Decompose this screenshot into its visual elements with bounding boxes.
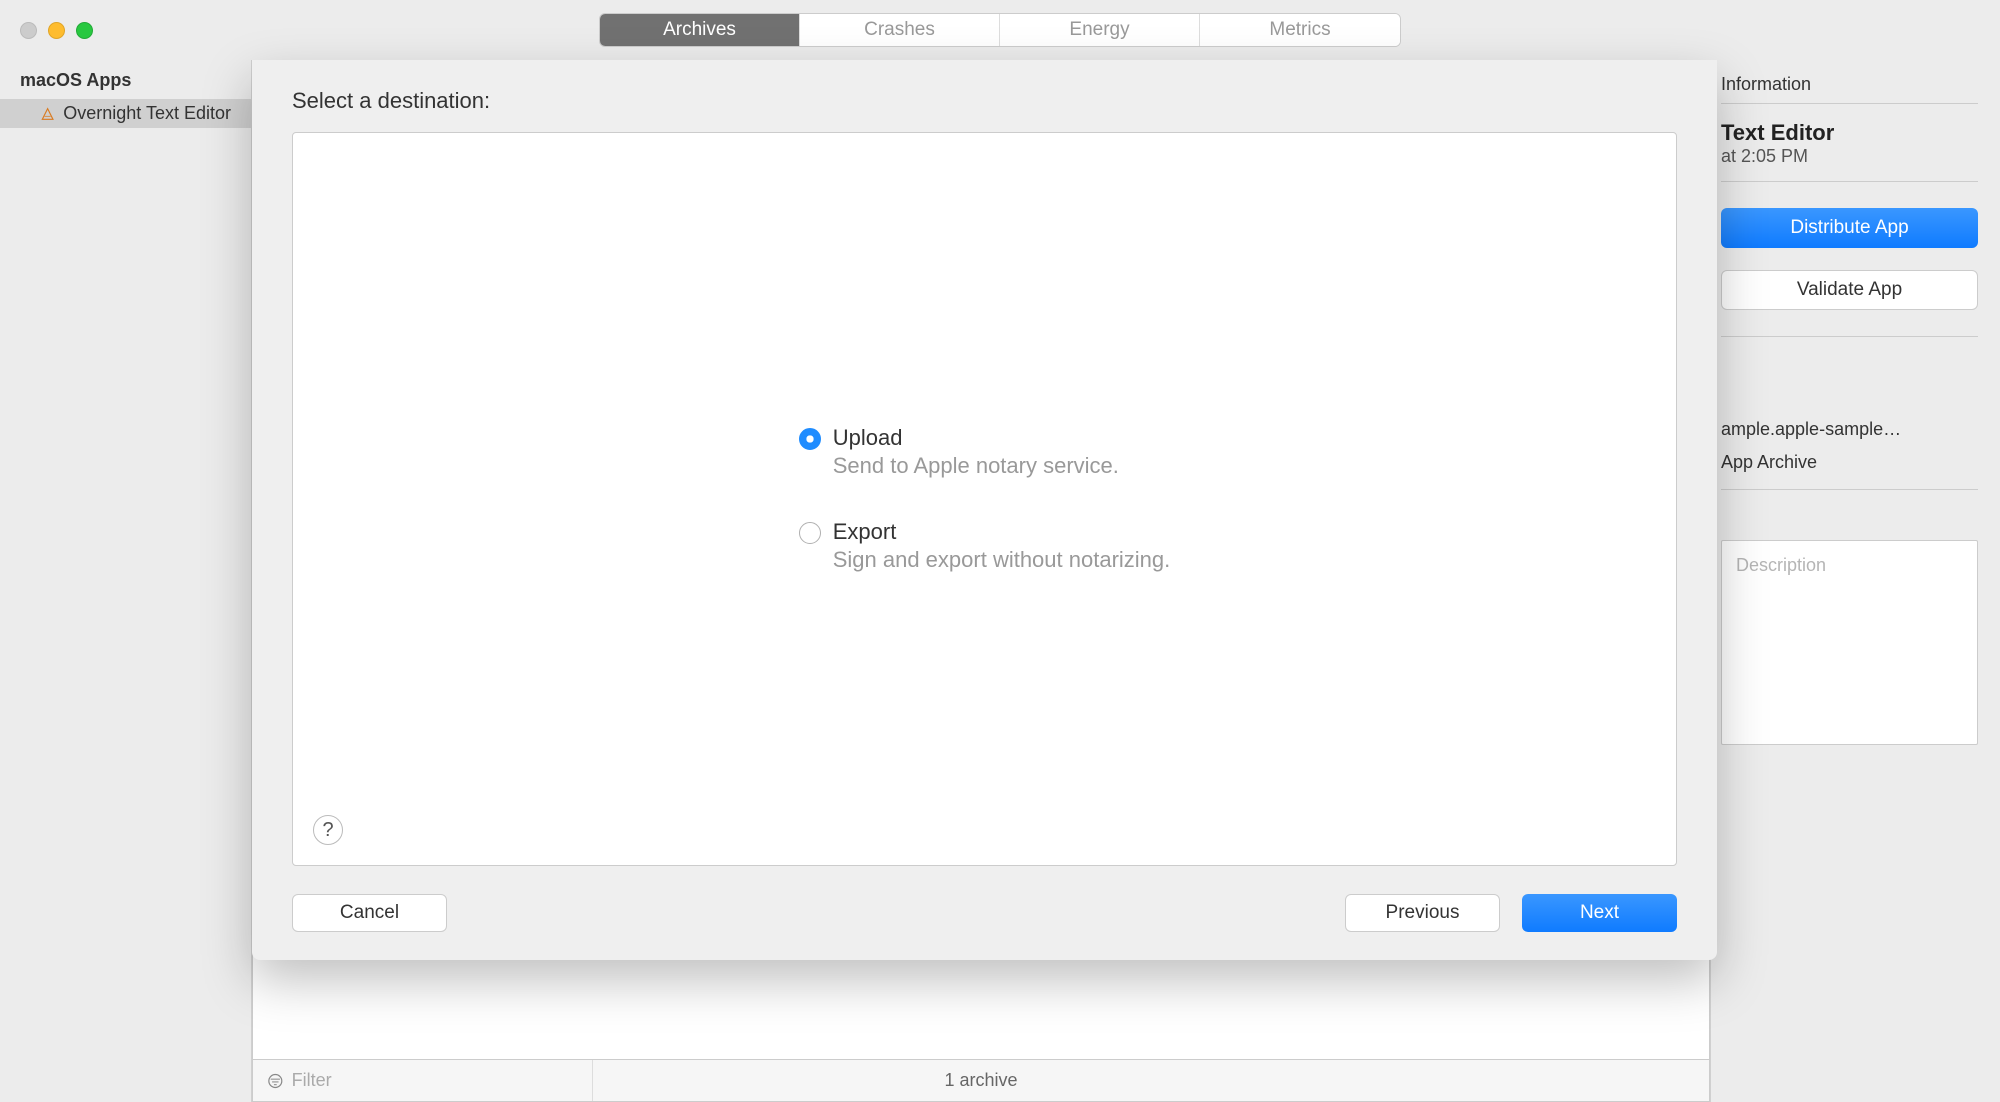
window-controls xyxy=(20,22,93,39)
info-app-date: at 2:05 PM xyxy=(1721,146,1978,182)
sidebar-section-header: macOS Apps xyxy=(0,60,251,99)
organizer-window: Archives Crashes Energy Metrics macOS Ap… xyxy=(0,0,2000,1102)
archive-count: 1 archive xyxy=(944,1070,1017,1091)
sidebar: macOS Apps Overnight Text Editor xyxy=(0,60,252,1102)
description-placeholder: Description xyxy=(1736,555,1826,575)
description-box[interactable]: Description xyxy=(1721,540,1978,745)
sheet-body: Upload Send to Apple notary service. Exp… xyxy=(292,132,1677,866)
sheet-title: Select a destination: xyxy=(292,88,1677,114)
help-button[interactable]: ? xyxy=(313,815,343,845)
destination-options: Upload Send to Apple notary service. Exp… xyxy=(799,425,1171,573)
option-upload[interactable]: Upload Send to Apple notary service. xyxy=(799,425,1171,479)
filter-input[interactable] xyxy=(292,1070,592,1091)
previous-button[interactable]: Previous xyxy=(1345,894,1500,932)
tab-crashes[interactable]: Crashes xyxy=(800,14,1000,46)
info-panel: Information Text Editor at 2:05 PM Distr… xyxy=(1710,60,2000,1102)
option-export[interactable]: Export Sign and export without notarizin… xyxy=(799,519,1171,573)
validate-app-button[interactable]: Validate App xyxy=(1721,270,1978,310)
info-section-label: Information xyxy=(1721,60,1978,104)
filter-box xyxy=(253,1060,593,1101)
sheet-footer: Cancel Previous Next xyxy=(292,866,1677,932)
tab-archives[interactable]: Archives xyxy=(600,14,800,46)
app-icon xyxy=(40,104,55,124)
info-archive-type: App Archive xyxy=(1721,440,1978,490)
distribute-app-button[interactable]: Distribute App xyxy=(1721,208,1978,248)
radio-upload[interactable] xyxy=(799,428,821,450)
filter-icon xyxy=(267,1072,284,1090)
info-app-name: Text Editor xyxy=(1721,104,1978,146)
next-button[interactable]: Next xyxy=(1522,894,1677,932)
close-button[interactable] xyxy=(20,22,37,39)
option-upload-label: Upload xyxy=(833,425,1119,451)
cancel-button[interactable]: Cancel xyxy=(292,894,447,932)
option-upload-desc: Send to Apple notary service. xyxy=(833,453,1119,479)
destination-sheet: Select a destination: Upload Send to App… xyxy=(252,60,1717,960)
minimize-button[interactable] xyxy=(48,22,65,39)
info-bundle-id: ample.apple-sample… xyxy=(1721,407,1978,440)
sidebar-item-app[interactable]: Overnight Text Editor xyxy=(0,99,251,128)
option-export-label: Export xyxy=(833,519,1171,545)
footer-bar: 1 archive xyxy=(252,1060,1710,1102)
sidebar-item-label: Overnight Text Editor xyxy=(63,103,231,124)
zoom-button[interactable] xyxy=(76,22,93,39)
tab-metrics[interactable]: Metrics xyxy=(1200,14,1400,46)
tab-energy[interactable]: Energy xyxy=(1000,14,1200,46)
titlebar: Archives Crashes Energy Metrics xyxy=(0,0,2000,60)
tab-bar: Archives Crashes Energy Metrics xyxy=(599,13,1401,47)
option-export-desc: Sign and export without notarizing. xyxy=(833,547,1171,573)
radio-export[interactable] xyxy=(799,522,821,544)
